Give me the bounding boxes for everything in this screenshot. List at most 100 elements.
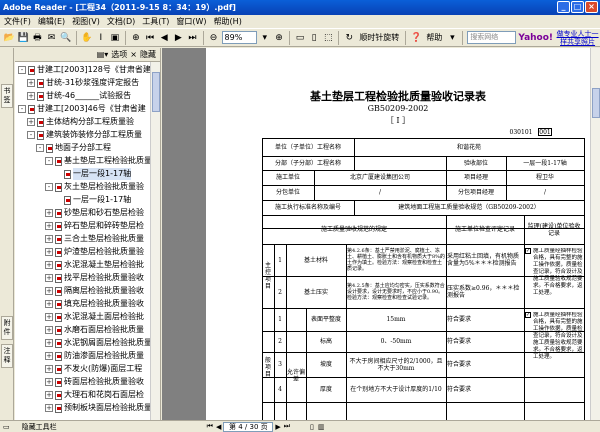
- bookmark-item[interactable]: + 水泥钢屑面层检验批质量: [45, 337, 151, 349]
- collapse-icon[interactable]: -: [45, 183, 53, 191]
- rotate-button[interactable]: 顺时针旋转: [359, 32, 399, 43]
- chevron-down-icon[interactable]: ▾: [446, 31, 458, 45]
- expand-icon[interactable]: +: [45, 274, 53, 282]
- prev-page-button[interactable]: ◀: [216, 423, 221, 431]
- collapse-icon[interactable]: -: [36, 144, 44, 152]
- promo-link[interactable]: 做专业人士一样共享照片: [555, 30, 600, 46]
- first-page-button[interactable]: ⏮: [207, 422, 213, 431]
- find-icon[interactable]: 🔍: [60, 31, 72, 45]
- first-page-icon[interactable]: ⏮: [144, 31, 156, 45]
- fit-width-icon[interactable]: ⬚: [322, 31, 334, 45]
- expand-icon[interactable]: +: [45, 391, 53, 399]
- expand-icon[interactable]: +: [45, 300, 53, 308]
- bookmark-item[interactable]: - 灰土垫层检验批质量验: [45, 181, 144, 193]
- bookmark-item[interactable]: + 隔离层检验批质量验收: [45, 285, 144, 297]
- menu-view[interactable]: 视图(V): [72, 16, 100, 27]
- expand-icon[interactable]: +: [45, 287, 53, 295]
- menu-window[interactable]: 窗口(W): [176, 16, 206, 27]
- print-icon[interactable]: 🖶: [31, 31, 43, 45]
- bookmark-item[interactable]: + 找平层检验批质量验收: [45, 272, 144, 284]
- bookmark-item[interactable]: + 水泥混凝土垫层检验批: [45, 259, 144, 271]
- tab-bookmarks[interactable]: 书签: [1, 84, 13, 108]
- bookmark-item[interactable]: + 水泥混凝土面层检验批: [45, 311, 144, 323]
- bookmark-scrollbar[interactable]: [150, 62, 160, 420]
- bookmark-item[interactable]: - 甘建工[2003]46号《甘肃省建: [18, 103, 146, 115]
- collapse-icon[interactable]: -: [45, 157, 53, 165]
- expand-icon[interactable]: +: [27, 118, 35, 126]
- continuous-page-icon[interactable]: ▥: [318, 423, 325, 431]
- select-text-icon[interactable]: I: [95, 31, 107, 45]
- menu-file[interactable]: 文件(F): [4, 16, 31, 27]
- expand-icon[interactable]: +: [45, 313, 53, 321]
- bookmark-item[interactable]: + 大理石和花岗石面层检: [45, 389, 144, 401]
- scrollbar-thumb[interactable]: [152, 72, 160, 112]
- bookmark-item[interactable]: + 碎石垫层和碎砖垫层检: [45, 220, 144, 232]
- bookmark-item[interactable]: - 建筑装饰装修分部工程质量: [27, 129, 142, 141]
- zoom-out-icon[interactable]: ⊖: [207, 31, 219, 45]
- zoom-input[interactable]: 89%: [221, 31, 257, 44]
- expand-icon[interactable]: +: [45, 222, 53, 230]
- scrollbar-thumb[interactable]: [592, 88, 600, 118]
- close-button[interactable]: ×: [585, 1, 598, 13]
- expand-icon[interactable]: +: [45, 248, 53, 256]
- help-button[interactable]: 帮助: [426, 32, 442, 43]
- zoom-in-icon[interactable]: ⊕: [130, 31, 142, 45]
- fit-page-icon[interactable]: ▯: [308, 31, 320, 45]
- snapshot-icon[interactable]: ▣: [109, 31, 121, 45]
- bookmark-item[interactable]: 一层一段1-17轴: [54, 194, 131, 206]
- bookmark-item[interactable]: + 砂垫层和砂石垫层检验: [45, 207, 144, 219]
- hand-tool-icon[interactable]: ✋: [81, 31, 93, 45]
- expand-icon[interactable]: +: [45, 326, 53, 334]
- expand-icon[interactable]: +: [45, 352, 53, 360]
- expand-icon[interactable]: +: [45, 235, 53, 243]
- next-page-button[interactable]: ▶: [275, 423, 280, 431]
- page-number-input[interactable]: 第 4 / 30 页: [223, 421, 274, 432]
- save-icon[interactable]: 💾: [17, 31, 29, 45]
- actual-size-icon[interactable]: ▭: [294, 31, 306, 45]
- email-icon[interactable]: ✉: [45, 31, 57, 45]
- bookmark-item[interactable]: + 三合土垫层检验批质量: [45, 233, 144, 245]
- bookmark-item[interactable]: + 水磨石面层检验批质量: [45, 324, 144, 336]
- bookmark-item[interactable]: + 预制板块面层检验批质量: [45, 402, 151, 414]
- bookmark-item[interactable]: + 炉渣垫层检验批质量验: [45, 246, 144, 258]
- next-page-icon[interactable]: ▶: [172, 31, 184, 45]
- expand-icon[interactable]: +: [45, 404, 53, 412]
- expand-icon[interactable]: +: [45, 365, 53, 373]
- bookmark-item[interactable]: + 甘统-46______试验报告: [27, 90, 131, 102]
- bookmark-item[interactable]: - 地面子分部工程: [36, 142, 111, 154]
- collapse-icon[interactable]: -: [27, 131, 35, 139]
- web-search-input[interactable]: 搜索网络: [467, 31, 517, 44]
- tab-attachments[interactable]: 附件: [1, 316, 13, 340]
- expand-icon[interactable]: +: [45, 261, 53, 269]
- last-page-button[interactable]: ⏭: [284, 422, 290, 431]
- bookmark-item[interactable]: 一层一段1-17轴: [54, 168, 132, 180]
- bookmark-item[interactable]: + 填充层检验批质量验收: [45, 298, 144, 310]
- bookmark-item[interactable]: - 基土垫层工程检验批质量验: [45, 155, 151, 167]
- expand-icon[interactable]: +: [27, 92, 35, 100]
- expand-icon[interactable]: +: [45, 378, 53, 386]
- close-icon[interactable]: ×: [130, 50, 137, 59]
- chevron-down-icon[interactable]: ▾: [259, 31, 271, 45]
- menu-document[interactable]: 文档(D): [107, 16, 135, 27]
- hide-toolbar-button[interactable]: 隐藏工具栏: [22, 422, 57, 432]
- menu-tools[interactable]: 工具(T): [142, 16, 169, 27]
- single-page-icon[interactable]: ▯: [310, 423, 314, 431]
- document-area[interactable]: 基土垫层工程检验批质量验收记录表 GB50209-2002 ［ Ⅰ ］ 030101 0…: [162, 48, 590, 420]
- collapse-icon[interactable]: -: [18, 66, 26, 74]
- bookmark-item[interactable]: + 甘统-31砂浆强度评定报告: [27, 77, 139, 89]
- rotate-icon[interactable]: ↻: [343, 31, 355, 45]
- menu-edit[interactable]: 编辑(E): [38, 16, 65, 27]
- menu-help[interactable]: 帮助(H): [214, 16, 242, 27]
- expand-icon[interactable]: +: [45, 209, 53, 217]
- help-icon[interactable]: ❓: [410, 31, 422, 45]
- bookmark-item[interactable]: + 防油渗面层检验批质量: [45, 350, 144, 362]
- document-scrollbar[interactable]: [590, 48, 600, 420]
- bookmark-item[interactable]: - 甘建工[2003]128号《甘肃省建: [18, 64, 151, 76]
- bookmark-item[interactable]: + 砖面层检验批质量验收: [45, 376, 144, 388]
- tab-comments[interactable]: 注释: [1, 344, 13, 368]
- yahoo-logo[interactable]: Yahoo!: [518, 33, 553, 43]
- bookmark-tools-icon[interactable]: ▤▾: [97, 50, 109, 59]
- expand-icon[interactable]: +: [45, 339, 53, 347]
- expand-icon[interactable]: +: [27, 79, 35, 87]
- bookmark-item[interactable]: + 不发火(防爆)面层工程: [45, 363, 142, 375]
